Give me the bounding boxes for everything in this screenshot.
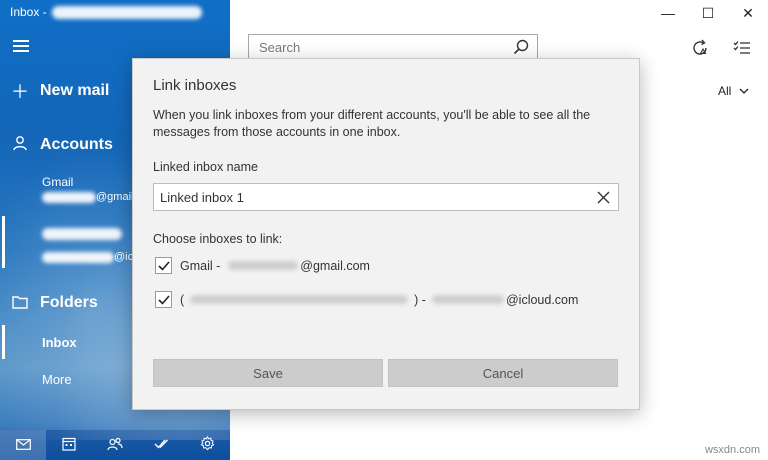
choose-inboxes-label: Choose inboxes to link:	[153, 232, 283, 246]
select-mode-icon[interactable]	[732, 38, 752, 58]
redacted-email	[228, 261, 299, 270]
settings-gear-icon[interactable]	[184, 435, 230, 454]
dialog-title: Link inboxes	[153, 77, 237, 94]
folder-icon	[0, 293, 40, 314]
filter-dropdown[interactable]: All	[718, 84, 749, 98]
gmail-option-prefix: Gmail -	[180, 258, 221, 273]
cancel-button[interactable]: Cancel	[388, 359, 618, 387]
search-input[interactable]	[259, 39, 499, 55]
linked-inbox-name-input[interactable]	[160, 189, 580, 205]
gmail-option-suffix: @gmail.com	[300, 258, 370, 273]
account-gmail-suffix: @gmail	[96, 191, 134, 203]
maximize-button[interactable]: ☐	[688, 0, 728, 26]
checkmark-icon	[157, 260, 170, 271]
redacted-account-name	[190, 295, 409, 304]
close-button[interactable]: ✕	[728, 0, 768, 26]
new-mail-label: New mail	[40, 82, 110, 99]
minimize-button[interactable]: —	[648, 0, 688, 26]
window-title: Inbox -	[10, 5, 47, 19]
watermark: wsxdn.com	[704, 444, 760, 456]
search-box[interactable]	[248, 34, 538, 60]
save-button[interactable]: Save	[153, 359, 383, 387]
dialog-description: When you link inboxes from your differen…	[153, 108, 591, 139]
linked-inbox-name-label: Linked inbox name	[153, 160, 258, 174]
folder-inbox[interactable]: Inbox	[42, 335, 77, 350]
people-icon[interactable]	[92, 437, 138, 454]
redacted-email	[42, 251, 114, 263]
window-controls: — ☐ ✕	[648, 0, 768, 26]
inbox-option-gmail[interactable]: Gmail - @gmail.com	[155, 257, 370, 274]
person-icon	[0, 135, 40, 156]
redacted-email	[431, 295, 504, 304]
sync-icon[interactable]	[690, 38, 710, 58]
accounts-label: Accounts	[40, 136, 113, 153]
redacted-account-name	[42, 228, 122, 240]
selected-folder-indicator	[2, 325, 5, 359]
icloud-option-prefix: (	[180, 292, 185, 307]
hamburger-menu-icon[interactable]	[13, 40, 29, 52]
account-icloud[interactable]: @icl	[42, 228, 136, 263]
redacted-email	[42, 191, 96, 203]
redacted-account-email	[52, 6, 202, 19]
folders-label: Folders	[40, 294, 98, 311]
calendar-icon[interactable]	[46, 437, 92, 454]
clear-icon[interactable]	[597, 191, 610, 204]
filter-label: All	[718, 84, 732, 98]
plus-icon: ＋	[11, 82, 29, 102]
mail-icon[interactable]	[0, 430, 46, 460]
icloud-option-suffix: @icloud.com	[505, 292, 579, 307]
account-gmail-name[interactable]: Gmail	[42, 175, 73, 189]
link-inboxes-dialog: Link inboxes When you link inboxes from …	[132, 58, 640, 410]
linked-inbox-name-field[interactable]	[153, 183, 619, 211]
chevron-down-icon	[739, 88, 749, 94]
checkmark-icon	[157, 294, 170, 305]
icloud-option-separator: ) -	[414, 292, 426, 307]
todo-icon[interactable]	[138, 437, 184, 453]
account-gmail-address[interactable]: @gmail	[42, 191, 133, 203]
folder-more[interactable]: More	[42, 372, 72, 387]
inbox-option-icloud[interactable]: ( ) - @icloud.com	[155, 291, 578, 308]
search-icon[interactable]	[513, 39, 529, 55]
selected-account-indicator	[2, 216, 5, 268]
gmail-checkbox[interactable]	[155, 257, 172, 274]
icloud-checkbox[interactable]	[155, 291, 172, 308]
bottom-nav-bar	[0, 430, 230, 460]
